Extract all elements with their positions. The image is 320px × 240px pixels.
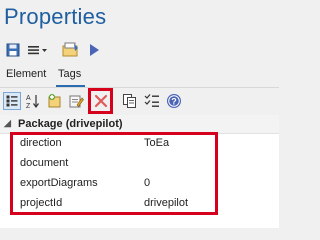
panel-title: Properties [4,4,107,29]
delete-icon[interactable] [91,91,110,111]
properties-icon[interactable] [60,40,82,60]
checklist-icon[interactable] [143,92,161,110]
top-toolbar [4,40,124,60]
help-icon[interactable]: ? [165,92,183,110]
properties-highlight-box [10,132,218,215]
tab-tags[interactable]: Tags [58,68,81,80]
svg-text:?: ? [171,96,177,106]
sort-az-icon[interactable]: A Z [24,92,42,110]
tags-toolbar: A Z ? [0,88,279,114]
group-label: Package (drivepilot) [18,118,123,130]
svg-text:Z: Z [26,103,31,109]
copy-icon[interactable] [121,92,139,110]
tab-element[interactable]: Element [6,68,46,80]
menu-icon[interactable] [26,40,50,60]
collapse-arrow-icon[interactable]: ◢ [4,118,11,129]
svg-text:A: A [26,95,31,102]
save-icon[interactable] [4,40,22,60]
play-icon[interactable] [86,40,102,60]
tags-property-grid: ◢ Package (drivepilot) direction ToEa do… [0,115,279,228]
categorized-icon[interactable] [3,92,21,110]
add-tag-icon[interactable] [46,92,64,110]
edit-tag-icon[interactable] [67,92,85,110]
tab-bar: Element Tags [0,64,279,88]
